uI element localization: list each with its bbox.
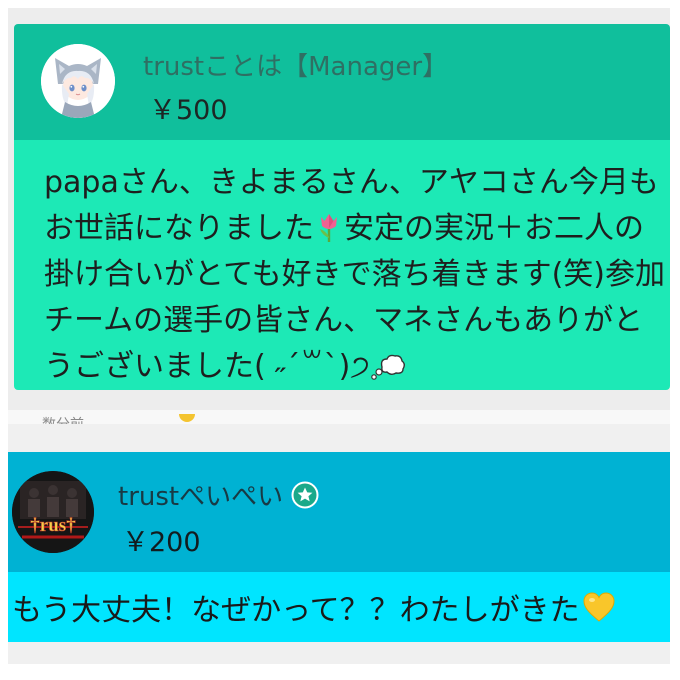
super-chat-card[interactable]: trustことは【Manager】 ￥500 papaさん、きよまるさん、アヤコ… [14,24,670,390]
card-body: papaさん、きよまるさん、アヤコさん今月もお世話になりました 安定の実況＋お二… [14,140,670,390]
message-text-row: もう大丈夫！なぜかって？？わたしがきた [12,585,616,629]
card-header: †rus† trustぺいぺい ￥200 [8,452,670,572]
thought-bubble-icon [370,354,405,380]
yellow-heart-icon [583,592,615,622]
collage: trustことは【Manager】 ￥500 papaさん、きよまるさん、アヤコ… [0,0,680,680]
donation-amount: ￥500 [149,95,228,126]
message-text: papaさん、きよまるさん、アヤコさん今月もお世話になりました 安定の実況＋お二… [44,160,670,390]
message-text: もう大丈夫！なぜかって？？わたしがきた [12,593,580,628]
separator-strip [8,410,670,424]
username: trustことは【Manager】 [143,52,449,82]
username-row: trustぺいぺい [118,476,319,513]
tulip-icon [320,214,337,242]
super-chat-card[interactable]: †rus† trustぺいぺい ￥200 もう大丈夫！なぜかって？？わたしがきた [8,452,670,642]
card-body: もう大丈夫！なぜかって？？わたしがきた [8,572,670,642]
card-header: trustことは【Manager】 ￥500 [14,24,670,140]
svg-text:†rus†: †rus† [30,515,76,536]
timestamp-partial: 数分前 [42,416,84,424]
verified-star-badge-icon [291,481,319,508]
username: trustぺいぺい [118,482,284,512]
avatar[interactable]: †rus† [12,471,94,553]
anime-girl-avatar-icon [41,44,115,118]
team-logo-avatar-icon: †rus† [12,471,94,553]
coin-icon [178,414,196,424]
donation-amount: ￥200 [122,527,201,558]
avatar[interactable] [41,44,115,118]
